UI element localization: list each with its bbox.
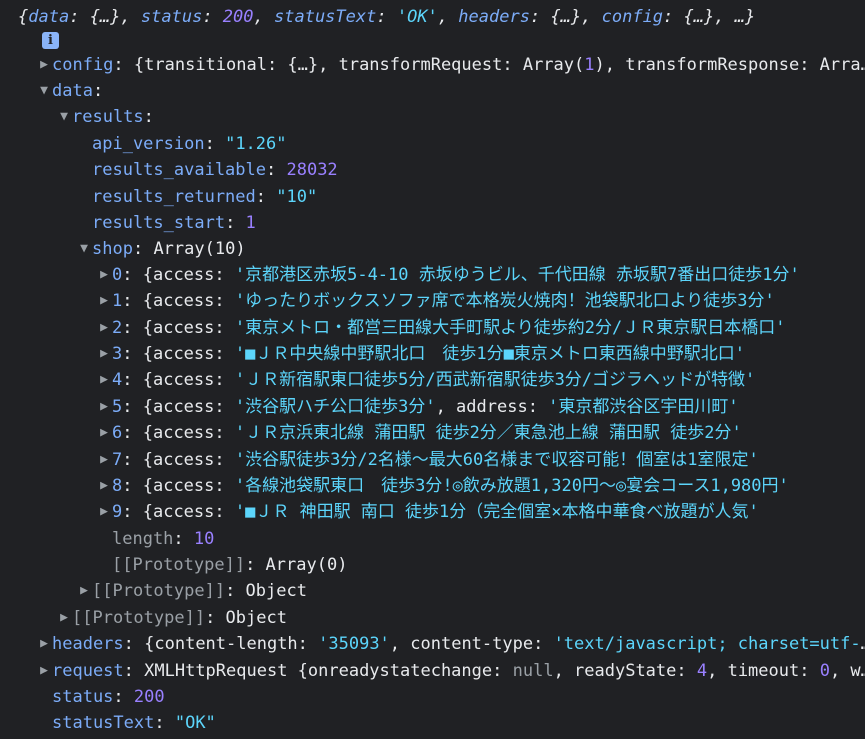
api-version-row[interactable]: ▶api_version: "1.26": [76, 131, 865, 157]
expand-triangle-icon[interactable]: ▶: [96, 367, 112, 393]
expand-triangle-icon[interactable]: ▶: [36, 658, 52, 684]
results-start-row[interactable]: ▶results_start: 1: [76, 210, 865, 236]
array-prototype-row[interactable]: ▶[[Prototype]]: Array(0): [96, 552, 865, 578]
expand-triangle-icon[interactable]: ▶: [76, 578, 92, 604]
headers-row[interactable]: ▶headers: {content-length: '35093', cont…: [36, 631, 865, 657]
results-returned-row[interactable]: ▶results_returned: "10": [76, 184, 865, 210]
length-row[interactable]: ▶length: 10: [96, 526, 865, 552]
data-prototype-row[interactable]: ▶[[Prototype]]: Object: [56, 605, 865, 631]
status-row[interactable]: ▶status: 200: [36, 684, 865, 710]
results-row[interactable]: ▼results:: [56, 104, 865, 130]
shop-item-row[interactable]: ▶0: {access: '京都港区赤坂5-4-10 赤坂ゆうビル、千代田線 赤…: [96, 262, 865, 288]
expand-triangle-icon[interactable]: ▶: [96, 447, 112, 473]
console-object-tree: ▼ {data: {…}, status: 200, statusText: '…: [0, 0, 865, 739]
collapse-triangle-icon[interactable]: ▼: [76, 236, 92, 262]
shop-item-row[interactable]: ▶1: {access: 'ゆったりボックスソファ席で本格炭火焼肉！池袋駅北口よ…: [96, 288, 865, 314]
expand-triangle-icon[interactable]: ▶: [96, 341, 112, 367]
shop-item-row[interactable]: ▶8: {access: '各線池袋駅東口 徒歩3分!◎飲み放題1,320円～◎…: [96, 473, 865, 499]
data-row[interactable]: ▼data:: [36, 78, 865, 104]
expand-triangle-icon[interactable]: ▶: [96, 499, 112, 525]
shop-item-row[interactable]: ▶3: {access: '■ＪＲ中央線中野駅北口 徒歩1分■東京メトロ東西線中…: [96, 341, 865, 367]
status-text-row[interactable]: ▶statusText: "OK": [36, 710, 865, 736]
expand-triangle-icon[interactable]: ▶: [36, 52, 52, 78]
info-icon[interactable]: i: [42, 32, 59, 49]
expand-triangle-icon[interactable]: ▶: [36, 631, 52, 657]
expand-triangle-icon[interactable]: ▶: [96, 473, 112, 499]
collapse-triangle-icon[interactable]: ▼: [56, 104, 72, 130]
info-row: i: [42, 27, 865, 53]
shop-item-row[interactable]: ▶9: {access: '■ＪＲ 神田駅 南口 徒歩1分（完全個室×本格中華食…: [96, 499, 865, 525]
shop-item-row[interactable]: ▶6: {access: 'ＪＲ京浜東北線 蒲田駅 徒歩2分／東急池上線 蒲田駅…: [96, 420, 865, 446]
expand-triangle-icon[interactable]: ▶: [96, 315, 112, 341]
expand-triangle-icon[interactable]: ▶: [96, 288, 112, 314]
expand-triangle-icon[interactable]: ▶: [96, 394, 112, 420]
expand-triangle-icon[interactable]: ▶: [96, 262, 112, 288]
shop-item-row[interactable]: ▶7: {access: '渋谷駅徒歩3分/2名様～最大60名様まで収容可能！個…: [96, 447, 865, 473]
request-row[interactable]: ▶request: XMLHttpRequest {onreadystatech…: [36, 658, 865, 684]
config-row[interactable]: ▶config: {transitional: {…}, transformRe…: [36, 52, 865, 78]
shop-item-row[interactable]: ▶2: {access: '東京メトロ・都営三田線大手町駅より徒歩約2分/ＪＲ東…: [96, 315, 865, 341]
expand-triangle-icon[interactable]: ▶: [56, 605, 72, 631]
results-prototype-row[interactable]: ▶[[Prototype]]: Object: [76, 578, 865, 604]
results-available-row[interactable]: ▶results_available: 28032: [76, 157, 865, 183]
shop-item-row[interactable]: ▶5: {access: '渋谷駅ハチ公口徒歩3分', address: '東京…: [96, 394, 865, 420]
shop-row[interactable]: ▼shop: Array(10): [76, 236, 865, 262]
shop-item-row[interactable]: ▶4: {access: 'ＪＲ新宿駅東口徒歩5分/西武新宿駅徒歩3分/ゴジラヘ…: [96, 367, 865, 393]
collapse-triangle-icon[interactable]: ▼: [36, 78, 52, 104]
expand-triangle-icon[interactable]: ▶: [96, 420, 112, 446]
